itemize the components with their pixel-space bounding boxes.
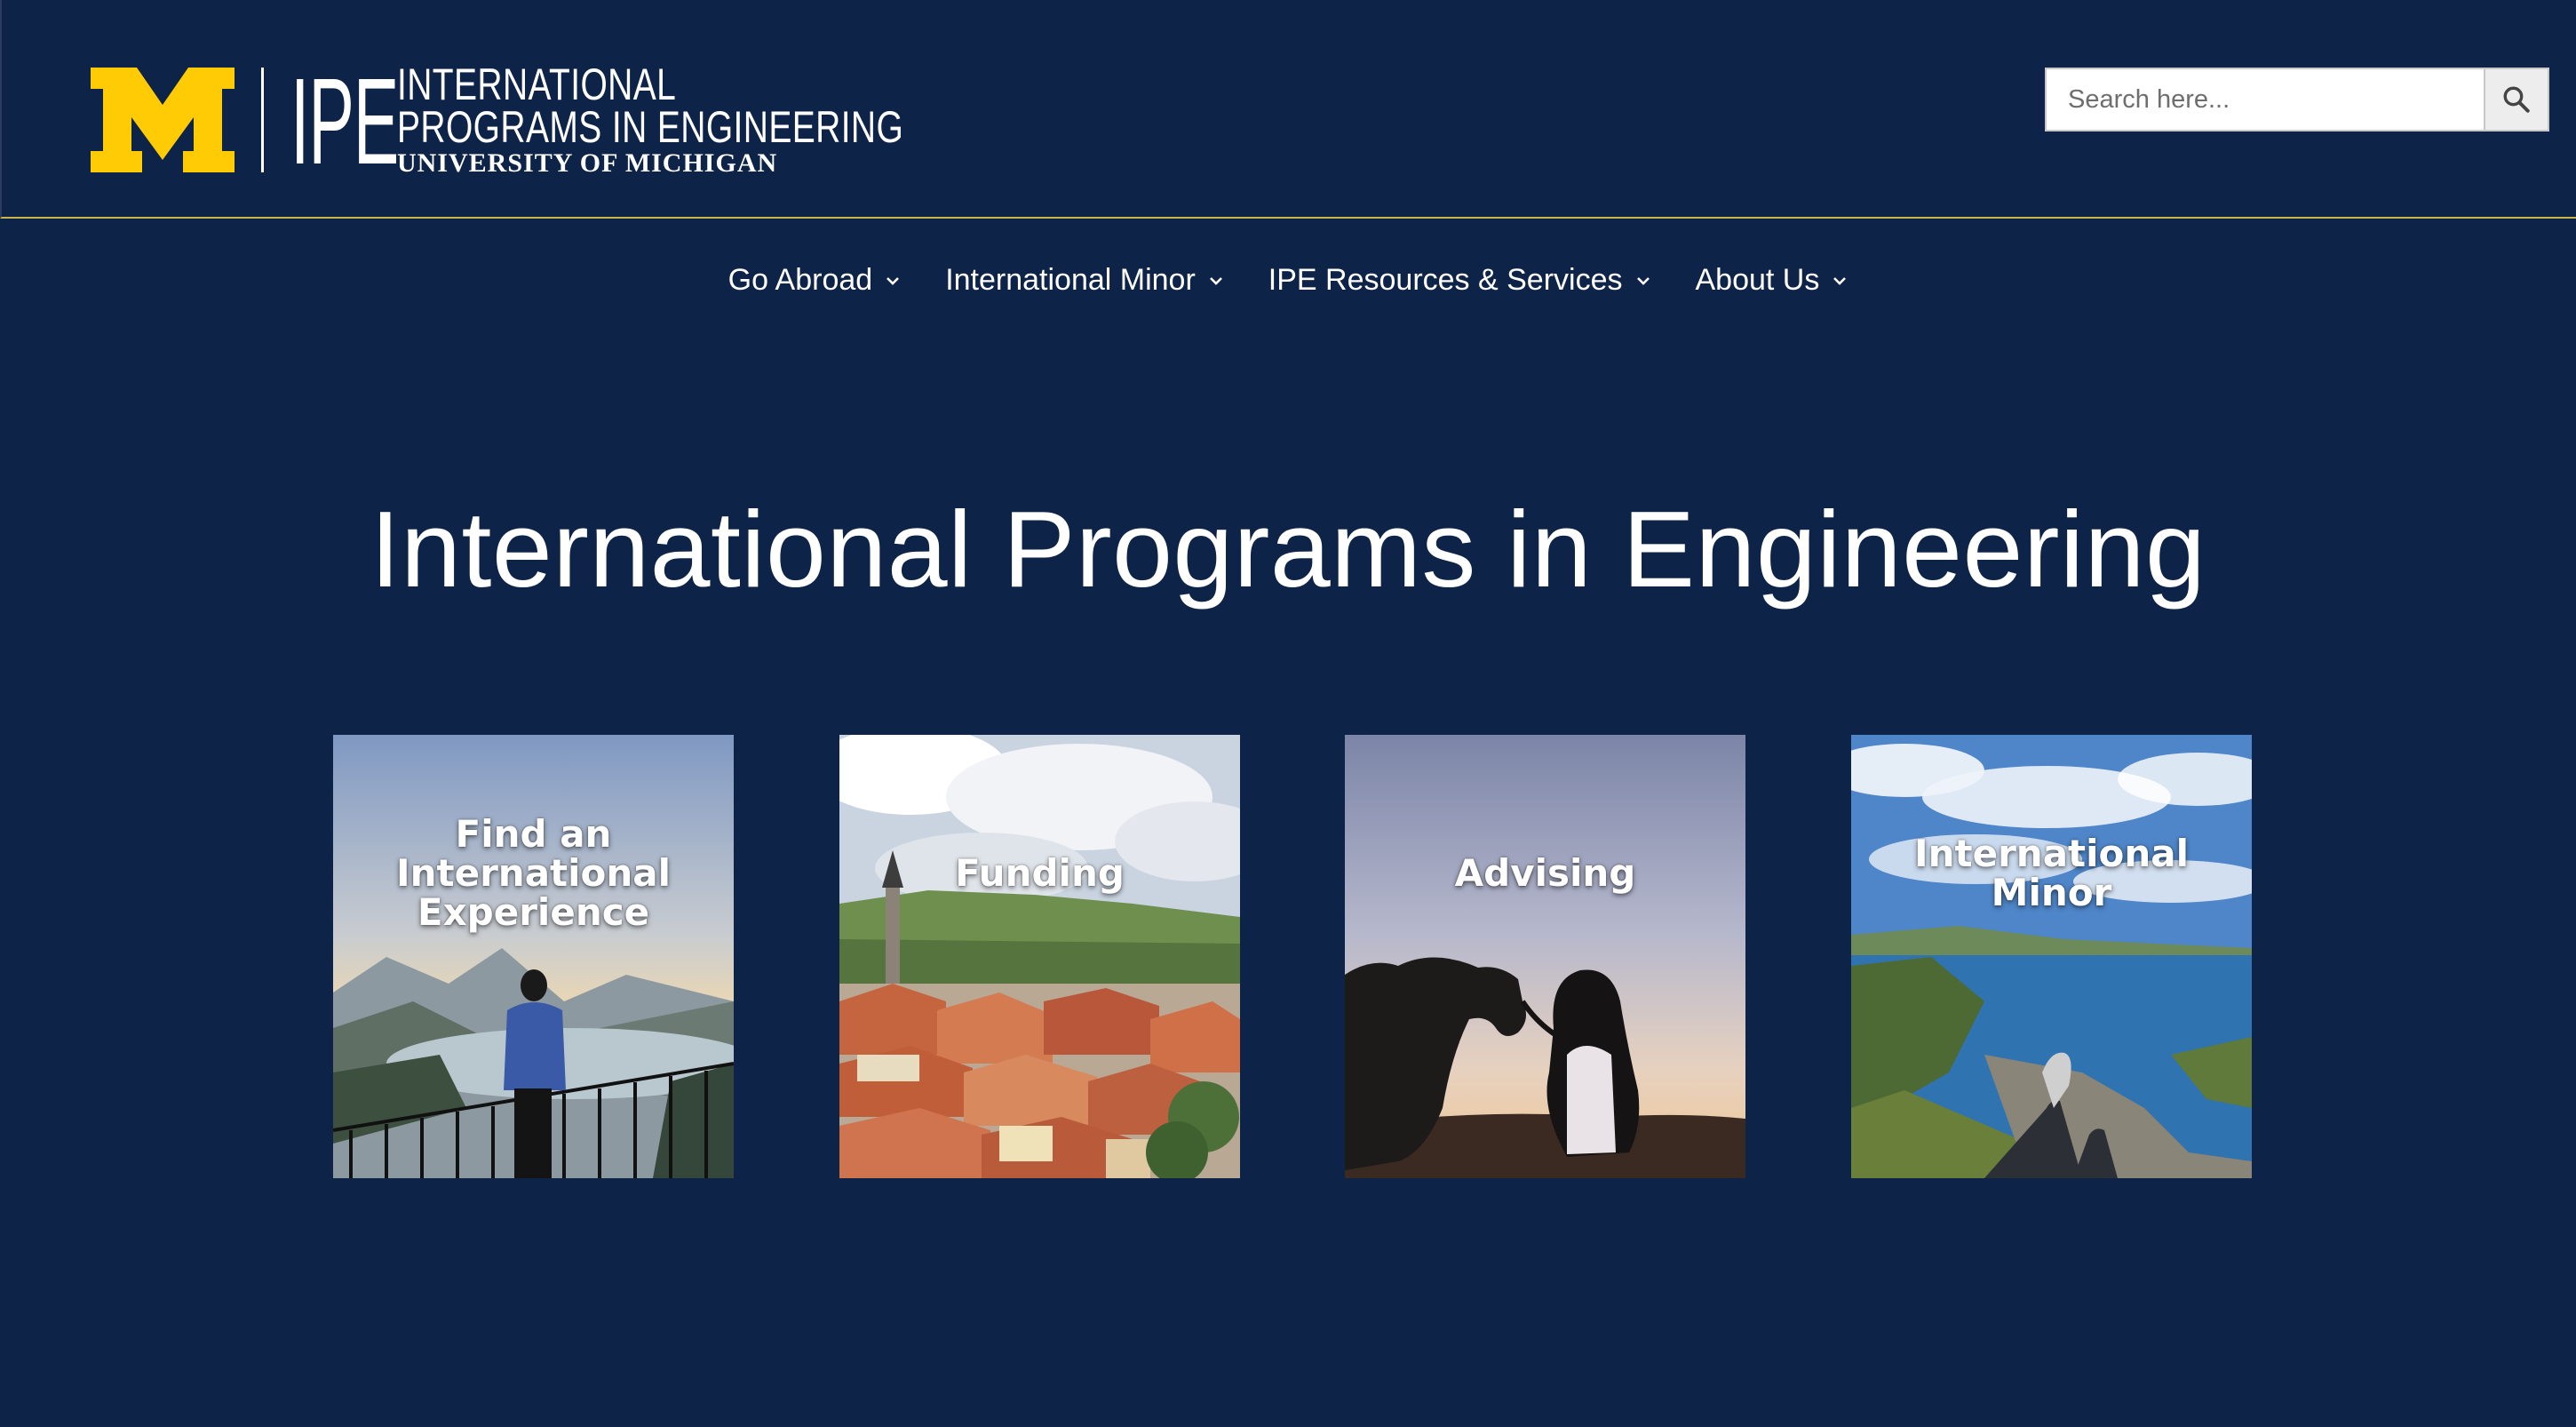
- card-find-experience[interactable]: Find an International Experience: [333, 735, 734, 1178]
- card-image-old-town-rooftops: [839, 735, 1240, 1178]
- nav-item-international-minor[interactable]: International Minor: [945, 263, 1224, 298]
- nav-item-resources-services[interactable]: IPE Resources & Services: [1268, 263, 1651, 298]
- main-nav: Go Abroad International Minor IPE Resour…: [0, 263, 2576, 298]
- card-label: Advising: [1454, 851, 1636, 895]
- card-image-mountain-overlook: [333, 735, 734, 1178]
- card-international-minor[interactable]: International Minor: [1851, 735, 2252, 1178]
- logo-line-programs: PROGRAMS IN ENGINEERING: [397, 102, 904, 152]
- nav-item-label: About Us: [1695, 263, 1820, 297]
- logo-line-university: UNIVERSITY OF MICHIGAN: [397, 148, 778, 178]
- chevron-down-icon: [1636, 276, 1650, 285]
- logo-text: INTERNATIONAL PROGRAMS IN ENGINEERING UN…: [397, 60, 1046, 178]
- nav-item-go-abroad[interactable]: Go Abroad: [728, 263, 902, 298]
- chevron-down-icon: [886, 276, 900, 285]
- card-image-coastal-cliffs: [1851, 735, 2252, 1178]
- search-input[interactable]: [2047, 69, 2484, 130]
- search-form: [2045, 68, 2549, 132]
- card-funding[interactable]: Funding: [839, 735, 1240, 1178]
- card-advising[interactable]: Advising: [1345, 735, 1745, 1178]
- nav-item-label: Go Abroad: [727, 263, 873, 297]
- nav-item-label: IPE Resources & Services: [1268, 263, 1623, 297]
- search-icon: [2503, 86, 2530, 113]
- block-m-logo-icon: [91, 68, 235, 172]
- site-logo-link[interactable]: IPE INTERNATIONAL PROGRAMS IN ENGINEERIN…: [91, 60, 1046, 183]
- search-button[interactable]: [2484, 69, 2548, 130]
- logo-divider: [261, 68, 264, 172]
- chevron-down-icon: [1209, 276, 1222, 285]
- site-header: IPE INTERNATIONAL PROGRAMS IN ENGINEERIN…: [0, 0, 2576, 219]
- card-image-camel-sunset: [1345, 735, 1745, 1178]
- logo-line-international: INTERNATIONAL: [397, 60, 677, 109]
- nav-item-label: International Minor: [945, 263, 1196, 297]
- chevron-down-icon: [1833, 276, 1847, 285]
- card-label: Find an International Experience: [395, 812, 671, 934]
- card-label: International Minor: [1913, 832, 2189, 914]
- ipe-wordmark: IPE: [290, 53, 399, 190]
- page: IPE INTERNATIONAL PROGRAMS IN ENGINEERIN…: [0, 0, 2576, 1427]
- page-title: International Programs in Engineering: [370, 489, 2206, 610]
- card-label: Funding: [955, 851, 1125, 895]
- nav-item-about-us[interactable]: About Us: [1696, 263, 1849, 298]
